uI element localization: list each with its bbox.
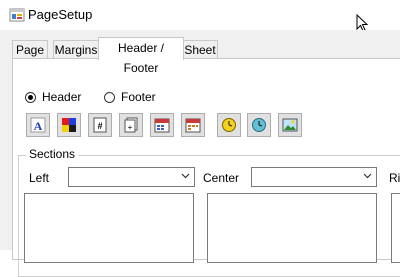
sections-title: Sections: [26, 147, 79, 161]
right-label: Ri: [389, 171, 400, 185]
tab-margins[interactable]: Margins: [53, 40, 99, 59]
calendar-time-icon: [185, 118, 201, 133]
right-section-textbox[interactable]: [391, 193, 400, 263]
left-combo[interactable]: [68, 167, 195, 187]
image-icon: [282, 118, 298, 132]
page-number-icon: #: [93, 117, 107, 133]
radio-circle: [25, 91, 36, 103]
title-bar: PageSetup: [0, 0, 400, 32]
window-title: PageSetup: [28, 7, 93, 22]
font-icon: A: [30, 117, 46, 133]
radio-circle: [104, 91, 115, 103]
footer-radio[interactable]: Footer: [104, 90, 156, 104]
tab-page[interactable]: Page: [12, 40, 48, 59]
date-icon: [154, 118, 170, 133]
insert-font-button[interactable]: A: [26, 113, 50, 137]
color-palette-icon: [62, 118, 76, 132]
insert-date-button[interactable]: [150, 113, 174, 137]
app-icon: [9, 8, 25, 22]
center-combo[interactable]: [251, 167, 377, 187]
insert-image-button[interactable]: [278, 113, 302, 137]
chevron-down-icon: [363, 173, 372, 179]
svg-text:#: #: [97, 121, 102, 131]
left-label: Left: [29, 171, 50, 185]
center-label: Center: [203, 171, 240, 185]
page-count-icon: +: [124, 117, 138, 133]
insert-clock-button[interactable]: [217, 113, 241, 137]
insert-page-number-button[interactable]: #: [88, 113, 112, 137]
insert-color-button[interactable]: [57, 113, 81, 137]
clock-alt-icon: [252, 118, 266, 132]
left-section-textbox[interactable]: [24, 193, 194, 263]
radio-selected-dot: [28, 94, 33, 100]
clock-icon: [222, 118, 236, 132]
chevron-down-icon: [181, 173, 190, 179]
svg-text:+: +: [128, 123, 133, 132]
header-radio[interactable]: Header: [25, 90, 81, 104]
insert-time-button[interactable]: [181, 113, 205, 137]
header-radio-label: Header: [42, 90, 82, 104]
center-section-textbox[interactable]: [207, 193, 377, 263]
footer-radio-label: Footer: [121, 90, 156, 104]
insert-page-count-button[interactable]: +: [119, 113, 143, 137]
svg-text:A: A: [34, 119, 43, 133]
insert-file-path-button[interactable]: [247, 113, 271, 137]
tab-sheet[interactable]: Sheet: [182, 40, 218, 59]
tab-header-footer[interactable]: Header / Footer: [98, 37, 184, 75]
